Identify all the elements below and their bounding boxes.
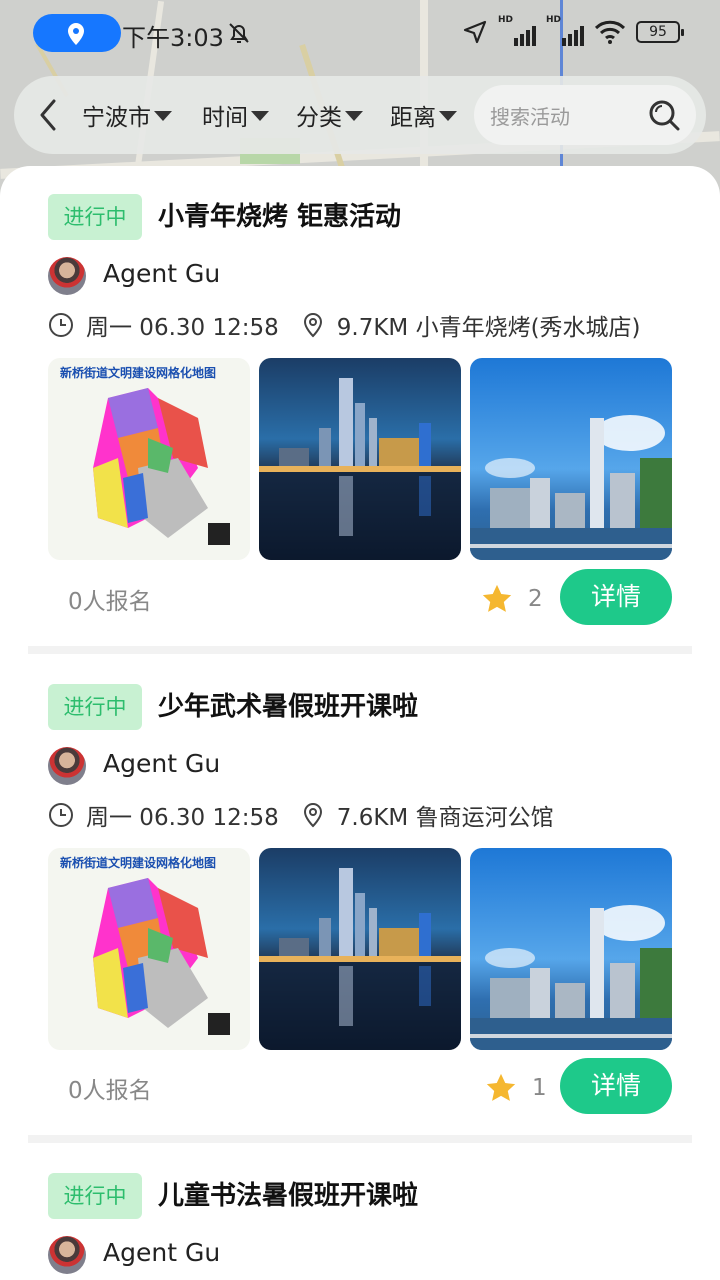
star-count: 2 (528, 586, 543, 612)
card-divider (28, 646, 692, 654)
status-bar: 下午3:03 HD HD 95 (0, 0, 720, 70)
activity-list-sheet[interactable]: 进行中 小青年烧烤 钜惠活动 Agent Gu 周一 06.30 12:58 9… (0, 166, 720, 1280)
detail-button[interactable]: 详情 (560, 569, 672, 625)
city-skyline-image[interactable] (470, 848, 672, 1050)
avatar[interactable] (48, 747, 86, 785)
activity-card[interactable]: 进行中 小青年烧烤 钜惠活动 Agent Gu 周一 06.30 12:58 9… (0, 166, 720, 656)
star-rating[interactable]: 2 (480, 582, 543, 616)
search-input[interactable]: 搜索活动 (474, 85, 696, 145)
distance-label: 距离 (390, 105, 436, 131)
author-name[interactable]: Agent Gu (103, 749, 220, 778)
city-night-image[interactable] (259, 848, 461, 1050)
activity-meta: 周一 06.30 12:58 7.6KM 鲁商运河公馆 (48, 798, 554, 832)
grid-map-image[interactable]: 新桥街道文明建设网格化地图 (48, 358, 250, 560)
enrolled-count: 0人报名 (68, 589, 152, 615)
chevron-down-icon (345, 111, 363, 121)
battery-icon: 95 (636, 21, 684, 43)
activity-images: 新桥街道文明建设网格化地图 (48, 358, 672, 560)
star-rating[interactable]: 1 (484, 1071, 547, 1105)
activity-datetime: 周一 06.30 12:58 (86, 805, 279, 831)
activity-meta: 周一 06.30 12:58 9.7KM 小青年烧烤(秀水城店) (48, 308, 641, 342)
city-label: 宁波市 (82, 105, 151, 131)
activity-location: 9.7KM 小青年烧烤(秀水城店) (336, 315, 641, 341)
author-name[interactable]: Agent Gu (103, 259, 220, 288)
hd-label: HD (546, 15, 562, 25)
city-skyline-image[interactable] (470, 358, 672, 560)
status-badge: 进行中 (48, 1173, 142, 1219)
mute-bell-icon (229, 23, 249, 43)
city-dropdown[interactable]: 宁波市 (82, 98, 172, 132)
location-pin-icon (303, 312, 322, 338)
city-night-image[interactable] (259, 358, 461, 560)
clock-icon (49, 803, 73, 827)
status-badge: 进行中 (48, 684, 142, 730)
clock-icon (49, 313, 73, 337)
activity-location: 7.6KM 鲁商运河公馆 (336, 805, 554, 831)
clock: 下午3:03 (122, 24, 224, 52)
location-pin-icon (303, 802, 322, 828)
activity-datetime: 周一 06.30 12:58 (86, 315, 279, 341)
activity-card[interactable]: 进行中 少年武术暑假班开课啦 Agent Gu 周一 06.30 12:58 7… (0, 656, 720, 1146)
activity-card[interactable]: 进行中 儿童书法暑假班开课啦 Agent Gu (0, 1145, 720, 1280)
signal-icon: HD (546, 15, 584, 46)
activity-title[interactable]: 少年武术暑假班开课啦 (158, 684, 418, 730)
location-indicator[interactable] (33, 14, 121, 52)
card-divider (28, 1135, 692, 1143)
location-pin-icon (68, 23, 84, 45)
category-dropdown[interactable]: 分类 (296, 98, 363, 132)
category-label: 分类 (296, 105, 342, 131)
time-dropdown[interactable]: 时间 (202, 98, 269, 132)
wifi-icon (594, 20, 626, 44)
chevron-down-icon (251, 111, 269, 121)
grid-map-image[interactable]: 新桥街道文明建设网格化地图 (48, 848, 250, 1050)
hd-label: HD (498, 15, 514, 25)
enrolled-count: 0人报名 (68, 1078, 152, 1104)
author-name[interactable]: Agent Gu (103, 1238, 220, 1267)
avatar[interactable] (48, 257, 86, 295)
search-placeholder: 搜索活动 (490, 105, 570, 129)
activity-images: 新桥街道文明建设网格化地图 (48, 848, 672, 1050)
activity-title[interactable]: 儿童书法暑假班开课啦 (158, 1173, 418, 1219)
star-count: 1 (532, 1075, 547, 1101)
filter-bar: 宁波市 时间 分类 距离 搜索活动 (14, 76, 706, 154)
back-arrow-icon[interactable] (36, 98, 60, 132)
detail-button[interactable]: 详情 (560, 1058, 672, 1114)
navigation-arrow-icon (463, 20, 487, 44)
star-icon (486, 1073, 516, 1101)
distance-dropdown[interactable]: 距离 (390, 98, 457, 132)
signal-icon: HD (498, 15, 536, 46)
status-badge: 进行中 (48, 194, 142, 240)
search-icon[interactable] (646, 97, 682, 133)
activity-title[interactable]: 小青年烧烤 钜惠活动 (158, 194, 401, 240)
chevron-down-icon (154, 111, 172, 121)
star-icon (482, 584, 512, 612)
avatar[interactable] (48, 1236, 86, 1274)
chevron-down-icon (439, 111, 457, 121)
time-label: 时间 (202, 105, 248, 131)
